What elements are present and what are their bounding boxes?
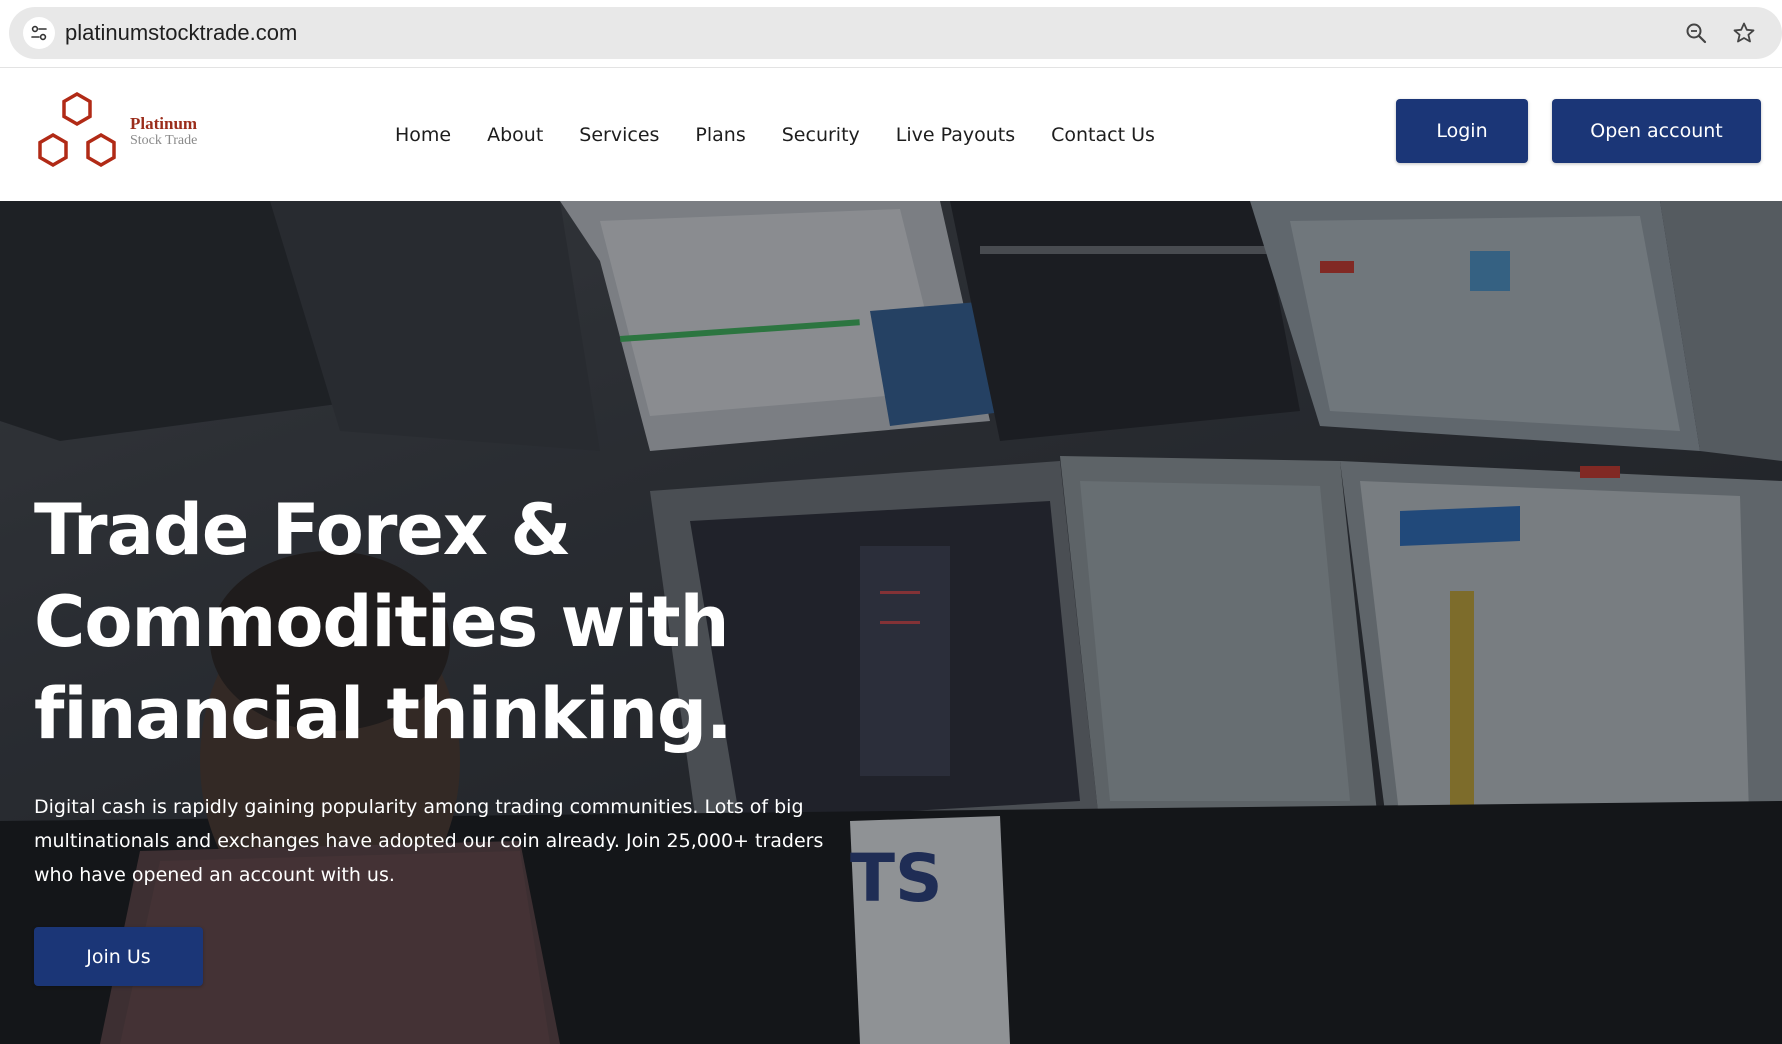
nav-services[interactable]: Services bbox=[579, 124, 659, 146]
hero-description: Digital cash is rapidly gaining populari… bbox=[34, 796, 824, 886]
address-bar[interactable]: platinumstocktrade.com bbox=[9, 7, 1782, 59]
hexagon-logo-icon bbox=[38, 91, 116, 168]
logo[interactable]: Platinum Stock Trade bbox=[32, 91, 212, 181]
nav-security[interactable]: Security bbox=[782, 124, 860, 146]
open-account-button[interactable]: Open account bbox=[1552, 99, 1761, 163]
site-info-icon[interactable] bbox=[23, 17, 55, 49]
logo-subtitle: Stock Trade bbox=[130, 133, 198, 148]
nav-home[interactable]: Home bbox=[395, 124, 451, 146]
login-button[interactable]: Login bbox=[1396, 99, 1528, 163]
zoom-icon[interactable] bbox=[1683, 20, 1709, 46]
nav-plans[interactable]: Plans bbox=[695, 124, 745, 146]
url-text[interactable]: platinumstocktrade.com bbox=[65, 20, 297, 46]
join-us-button[interactable]: Join Us bbox=[34, 927, 203, 986]
main-nav: Home About Services Plans Security Live … bbox=[395, 69, 1191, 201]
browser-toolbar: platinumstocktrade.com bbox=[0, 0, 1782, 68]
bookmark-star-icon[interactable] bbox=[1731, 20, 1757, 46]
nav-contact-us[interactable]: Contact Us bbox=[1051, 124, 1155, 146]
hero-title: Trade Forex & Commodities with financial… bbox=[34, 489, 733, 755]
logo-title: Platinum bbox=[130, 114, 198, 133]
hero-section: TS Trade Forex & Commodities with financ… bbox=[0, 201, 1782, 1044]
site-header: Platinum Stock Trade Home About Services… bbox=[0, 69, 1782, 201]
nav-about[interactable]: About bbox=[487, 124, 543, 146]
nav-live-payouts[interactable]: Live Payouts bbox=[896, 124, 1015, 146]
